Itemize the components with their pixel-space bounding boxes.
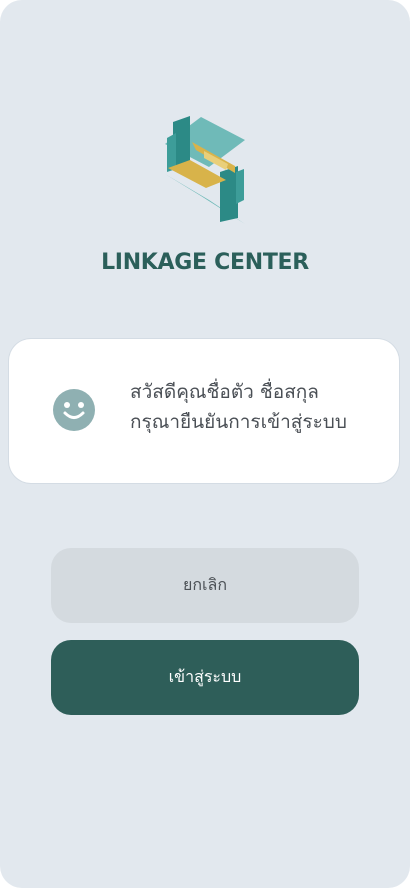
login-button-label: เข้าสู่ระบบ (168, 667, 242, 686)
app-title: LINKAGE CENTER (101, 250, 309, 275)
cancel-button-label: ยกเลิก (182, 575, 228, 594)
login-confirmation-screen: LINKAGE CENTER สวัสดีคุณชื่อตัว ชื่อสกุล… (0, 0, 410, 888)
linkage-center-logo-icon (165, 116, 245, 224)
smile-icon (53, 389, 95, 431)
cancel-button[interactable]: ยกเลิก (51, 548, 359, 623)
greeting-card: สวัสดีคุณชื่อตัว ชื่อสกุล กรุณายืนยันการ… (9, 339, 399, 483)
greeting-name-line: สวัสดีคุณชื่อตัว ชื่อสกุล (130, 381, 319, 403)
greeting-instruction-line: กรุณายืนยันการเข้าสู่ระบบ (130, 411, 347, 433)
login-button[interactable]: เข้าสู่ระบบ (51, 640, 359, 715)
greeting-message: สวัสดีคุณชื่อตัว ชื่อสกุล กรุณายืนยันการ… (130, 377, 347, 437)
